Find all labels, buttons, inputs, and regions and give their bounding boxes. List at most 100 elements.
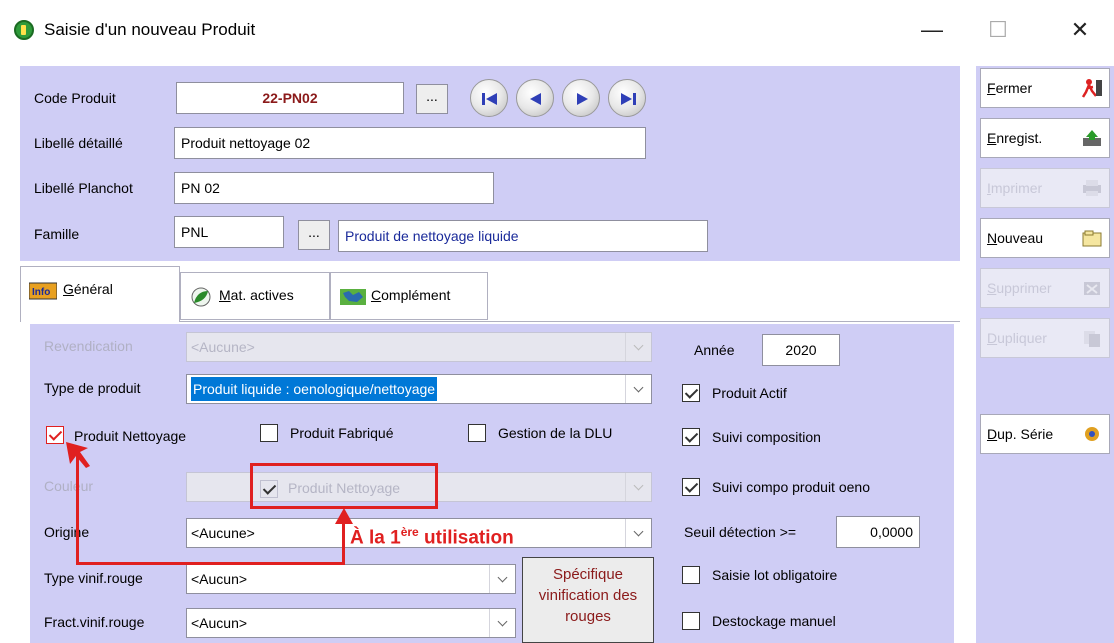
- dupliquer-button[interactable]: Dupliquer: [980, 318, 1110, 358]
- code-produit-field[interactable]: 22-PN02: [176, 82, 404, 114]
- chevron-down-icon: [625, 473, 651, 501]
- produit-fabrique-checkbox[interactable]: [260, 424, 278, 442]
- suivi-compo-oeno-label: Suivi compo produit oeno: [712, 479, 870, 495]
- chevron-down-icon: [625, 519, 651, 547]
- first-record-button[interactable]: [470, 79, 508, 117]
- dup-serie-label: Dup. Série: [987, 426, 1054, 442]
- famille-lookup-button[interactable]: ...: [298, 220, 330, 250]
- duplicate-icon: [1084, 331, 1100, 347]
- fract-vinif-label: Fract.vinif.rouge: [44, 614, 145, 630]
- type-produit-value: Produit liquide : oenologique/nettoyage: [191, 377, 438, 401]
- printer-icon: [1083, 180, 1101, 196]
- tab-complement[interactable]: Complément: [330, 272, 488, 320]
- annee-label: Année: [694, 342, 735, 358]
- app-icon: [14, 20, 34, 40]
- couleur-label: Couleur: [44, 478, 94, 494]
- maximize-button[interactable]: ☐: [978, 14, 1018, 46]
- annotation-arrow-shaft: [342, 520, 345, 565]
- delete-icon: [1084, 282, 1100, 295]
- new-icon: [1082, 230, 1102, 247]
- origine-value: <Aucune>: [191, 525, 255, 541]
- chevron-down-icon: [625, 333, 651, 361]
- previous-record-button[interactable]: [516, 79, 554, 117]
- saisie-lot-label: Saisie lot obligatoire: [712, 567, 838, 583]
- type-vinif-label: Type vinif.rouge: [44, 570, 143, 586]
- tab-mat-actives-label: Mat. actives: [219, 287, 294, 303]
- libelle-detaille-field[interactable]: Produit nettoyage 02: [174, 127, 646, 159]
- supprimer-label: Supprimer: [987, 280, 1052, 296]
- exit-icon: [1081, 79, 1102, 98]
- type-vinif-value: <Aucun>: [191, 571, 248, 587]
- saisie-lot-checkbox[interactable]: [682, 566, 700, 584]
- map-icon: [340, 289, 366, 305]
- annotation-highlight-box: [250, 463, 438, 509]
- produit-actif-label: Produit Actif: [712, 385, 787, 401]
- annotation-text: À la 1ère utilisation: [350, 525, 514, 549]
- type-produit-label: Type de produit: [44, 380, 141, 396]
- annotation-arrow-up-icon: [335, 508, 353, 524]
- tab-mat-actives[interactable]: Mat. actives: [180, 272, 330, 320]
- libelle-planchot-label: Libellé Planchot: [34, 180, 133, 196]
- produit-actif-checkbox[interactable]: [682, 384, 700, 402]
- revendication-value: <Aucune>: [191, 339, 255, 355]
- seuil-detection-label: Seuil détection >=: [684, 524, 797, 540]
- last-record-button[interactable]: [608, 79, 646, 117]
- leaf-icon: [191, 287, 211, 307]
- previous-record-icon: [530, 93, 541, 105]
- famille-label: Famille: [34, 226, 80, 242]
- libelle-detaille-label: Libellé détaillé: [34, 135, 123, 151]
- first-record-icon: [482, 93, 497, 105]
- dup-serie-button[interactable]: Dup. Série: [980, 414, 1110, 454]
- tab-general[interactable]: Info Général: [20, 266, 180, 322]
- produit-nettoyage-checkbox[interactable]: [46, 426, 64, 444]
- fract-vinif-select[interactable]: <Aucun>: [186, 608, 516, 638]
- close-button[interactable]: ✕: [1060, 14, 1100, 46]
- revendication-label: Revendication: [44, 338, 133, 354]
- info-icon: Info: [29, 282, 57, 300]
- code-produit-label: Code Produit: [34, 90, 116, 106]
- origine-label: Origine: [44, 524, 90, 540]
- dupliquer-label: Dupliquer: [987, 330, 1047, 346]
- enregistrer-button[interactable]: Enregist.: [980, 118, 1110, 158]
- type-vinif-select[interactable]: <Aucun>: [186, 564, 516, 594]
- gestion-dlu-checkbox[interactable]: [468, 424, 486, 442]
- annee-field[interactable]: 2020: [762, 334, 840, 366]
- nouveau-button[interactable]: Nouveau: [980, 218, 1110, 258]
- famille-code-field[interactable]: PNL: [174, 216, 284, 248]
- fermer-button[interactable]: Fermer: [980, 68, 1110, 108]
- famille-libelle-field: Produit de nettoyage liquide: [338, 220, 708, 252]
- suivi-composition-checkbox[interactable]: [682, 428, 700, 446]
- revendication-select[interactable]: <Aucune>: [186, 332, 652, 362]
- imprimer-label: Imprimer: [987, 180, 1043, 196]
- gestion-dlu-label: Gestion de la DLU: [498, 425, 613, 441]
- minimize-button[interactable]: —: [912, 14, 952, 46]
- last-record-icon: [621, 93, 636, 105]
- supprimer-button[interactable]: Supprimer: [980, 268, 1110, 308]
- window-title: Saisie d'un nouveau Produit: [44, 20, 256, 39]
- chevron-down-icon: [489, 609, 515, 637]
- suivi-composition-label: Suivi composition: [712, 429, 821, 445]
- code-lookup-button[interactable]: ...: [416, 84, 448, 114]
- destockage-checkbox[interactable]: [682, 612, 700, 630]
- libelle-planchot-field[interactable]: PN 02: [174, 172, 494, 204]
- nouveau-label: Nouveau: [987, 230, 1044, 246]
- next-record-button[interactable]: [562, 79, 600, 117]
- specifique-vinification-button[interactable]: Spécifique vinification des rouges: [522, 557, 654, 643]
- next-record-icon: [577, 93, 588, 105]
- chevron-down-icon: [625, 375, 651, 403]
- destockage-label: Destockage manuel: [712, 613, 836, 629]
- imprimer-button[interactable]: Imprimer: [980, 168, 1110, 208]
- tab-complement-label: Complément: [371, 287, 451, 303]
- series-icon: [1085, 427, 1099, 441]
- save-icon: [1083, 130, 1101, 146]
- svg-text:Info: Info: [32, 287, 50, 298]
- type-produit-select[interactable]: Produit liquide : oenologique/nettoyage: [186, 374, 652, 404]
- annotation-connector-vertical: [76, 454, 79, 565]
- suivi-compo-oeno-checkbox[interactable]: [682, 478, 700, 496]
- annotation-arrow-diagonal-icon: [66, 442, 90, 468]
- chevron-down-icon: [489, 565, 515, 593]
- annotation-connector-line: [76, 562, 345, 565]
- produit-fabrique-label: Produit Fabriqué: [290, 425, 394, 441]
- seuil-detection-field[interactable]: 0,0000: [836, 516, 920, 548]
- fermer-label: Fermer: [987, 80, 1033, 96]
